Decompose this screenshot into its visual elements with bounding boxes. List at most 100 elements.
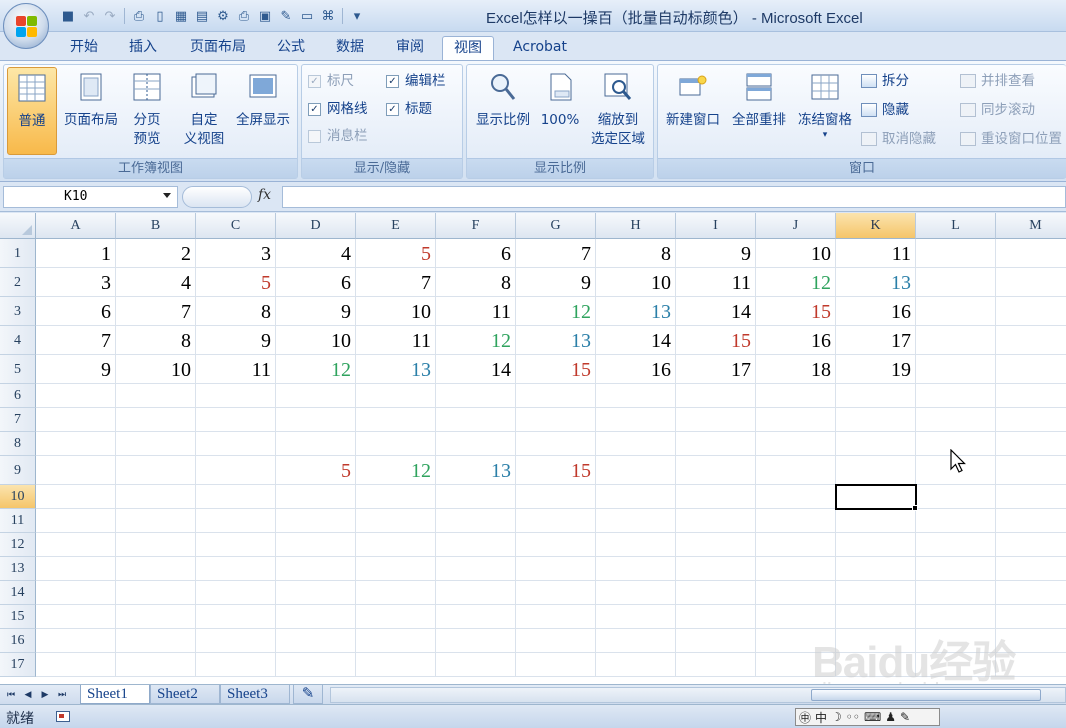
empty-cell[interactable] (436, 485, 516, 509)
empty-cell[interactable] (436, 408, 516, 432)
cell-B2[interactable]: 4 (116, 268, 196, 297)
empty-cell[interactable] (196, 605, 276, 629)
horizontal-scroll-thumb[interactable] (811, 689, 1041, 701)
empty-cell[interactable] (916, 326, 996, 355)
row-header-17[interactable]: 17 (0, 653, 36, 677)
name-box[interactable]: K10 (3, 186, 178, 208)
cell-B3[interactable]: 7 (116, 297, 196, 326)
empty-cell[interactable] (996, 268, 1066, 297)
row-header-1[interactable]: 1 (0, 239, 36, 268)
row-header-10[interactable]: 10 (0, 485, 36, 509)
cell-I1[interactable]: 9 (676, 239, 756, 268)
cell-B4[interactable]: 8 (116, 326, 196, 355)
ime-language[interactable]: 中 (815, 709, 827, 726)
empty-cell[interactable] (676, 533, 756, 557)
cell-D4[interactable]: 10 (276, 326, 356, 355)
column-header-M[interactable]: M (996, 213, 1066, 239)
empty-cell[interactable] (996, 326, 1066, 355)
empty-cell[interactable] (916, 533, 996, 557)
cell-K5[interactable]: 19 (836, 355, 916, 384)
empty-cell[interactable] (836, 408, 916, 432)
empty-cell[interactable] (996, 297, 1066, 326)
headings-checkbox[interactable]: ✓ 标题 (386, 97, 432, 121)
empty-cell[interactable] (276, 629, 356, 653)
empty-cell[interactable] (196, 509, 276, 533)
cell-H1[interactable]: 8 (596, 239, 676, 268)
empty-cell[interactable] (276, 605, 356, 629)
empty-cell[interactable] (436, 432, 516, 456)
row-header-5[interactable]: 5 (0, 355, 36, 384)
empty-cell[interactable] (756, 456, 836, 485)
empty-cell[interactable] (996, 239, 1066, 268)
empty-cell[interactable] (916, 485, 996, 509)
column-header-A[interactable]: A (36, 213, 116, 239)
tab-4[interactable]: 数据 (324, 36, 376, 60)
cell-G4[interactable]: 13 (516, 326, 596, 355)
sheet-tab-1[interactable]: Sheet1 (80, 685, 150, 704)
ime-mode-icon[interactable]: ㊥ (799, 709, 811, 726)
empty-cell[interactable] (596, 605, 676, 629)
empty-cell[interactable] (596, 629, 676, 653)
empty-cell[interactable] (36, 557, 116, 581)
redo-icon[interactable]: ↷ (100, 6, 120, 26)
cell-J3[interactable]: 15 (756, 297, 836, 326)
formula-input[interactable] (282, 186, 1066, 208)
empty-cell[interactable] (596, 653, 676, 677)
empty-cell[interactable] (676, 557, 756, 581)
empty-cell[interactable] (436, 557, 516, 581)
cell-G2[interactable]: 9 (516, 268, 596, 297)
empty-cell[interactable] (36, 653, 116, 677)
empty-cell[interactable] (916, 581, 996, 605)
empty-cell[interactable] (356, 509, 436, 533)
empty-cell[interactable] (276, 384, 356, 408)
empty-cell[interactable] (436, 384, 516, 408)
record-macro-icon[interactable] (56, 711, 70, 722)
empty-cell[interactable] (516, 533, 596, 557)
cell-G3[interactable]: 12 (516, 297, 596, 326)
cell-F2[interactable]: 8 (436, 268, 516, 297)
cell-K2[interactable]: 13 (836, 268, 916, 297)
zoom-100-button[interactable]: 100% (537, 67, 583, 155)
horizontal-scrollbar[interactable] (330, 687, 1066, 703)
empty-cell[interactable] (916, 557, 996, 581)
formula-bar-divider-handle[interactable] (182, 186, 252, 208)
row-header-15[interactable]: 15 (0, 605, 36, 629)
gridlines-checkbox[interactable]: ✓ 网格线 (308, 97, 368, 121)
cell-F5[interactable]: 14 (436, 355, 516, 384)
empty-cell[interactable] (836, 456, 916, 485)
empty-cell[interactable] (916, 355, 996, 384)
cell-B5[interactable]: 10 (116, 355, 196, 384)
empty-cell[interactable] (276, 653, 356, 677)
empty-cell[interactable] (356, 653, 436, 677)
row-header-9[interactable]: 9 (0, 456, 36, 485)
empty-cell[interactable] (516, 653, 596, 677)
empty-cell[interactable] (356, 581, 436, 605)
cell-I3[interactable]: 14 (676, 297, 756, 326)
side-by-side-button[interactable]: 并排查看 (960, 69, 1035, 93)
cell-C3[interactable]: 8 (196, 297, 276, 326)
empty-cell[interactable] (836, 581, 916, 605)
page-break-preview-button[interactable]: 分页 预览 (124, 67, 170, 155)
empty-cell[interactable] (36, 605, 116, 629)
empty-cell[interactable] (996, 485, 1066, 509)
column-header-K[interactable]: K (836, 213, 916, 239)
save-icon[interactable]: ■ (58, 6, 78, 26)
cell-C5[interactable]: 11 (196, 355, 276, 384)
cell-D5[interactable]: 12 (276, 355, 356, 384)
empty-cell[interactable] (276, 557, 356, 581)
custom-views-button[interactable]: 自定 义视图 (178, 67, 230, 155)
cell-K1[interactable]: 11 (836, 239, 916, 268)
empty-cell[interactable] (916, 384, 996, 408)
empty-cell[interactable] (676, 456, 756, 485)
cell-A5[interactable]: 9 (36, 355, 116, 384)
empty-cell[interactable] (676, 653, 756, 677)
print-preview-icon[interactable]: ⎙ (129, 6, 149, 26)
empty-cell[interactable] (356, 432, 436, 456)
row-header-14[interactable]: 14 (0, 581, 36, 605)
macro-icon[interactable]: ⚙ (213, 6, 233, 26)
hide-button[interactable]: 隐藏 (861, 98, 909, 122)
column-header-C[interactable]: C (196, 213, 276, 239)
column-header-E[interactable]: E (356, 213, 436, 239)
empty-cell[interactable] (356, 629, 436, 653)
empty-cell[interactable] (36, 384, 116, 408)
